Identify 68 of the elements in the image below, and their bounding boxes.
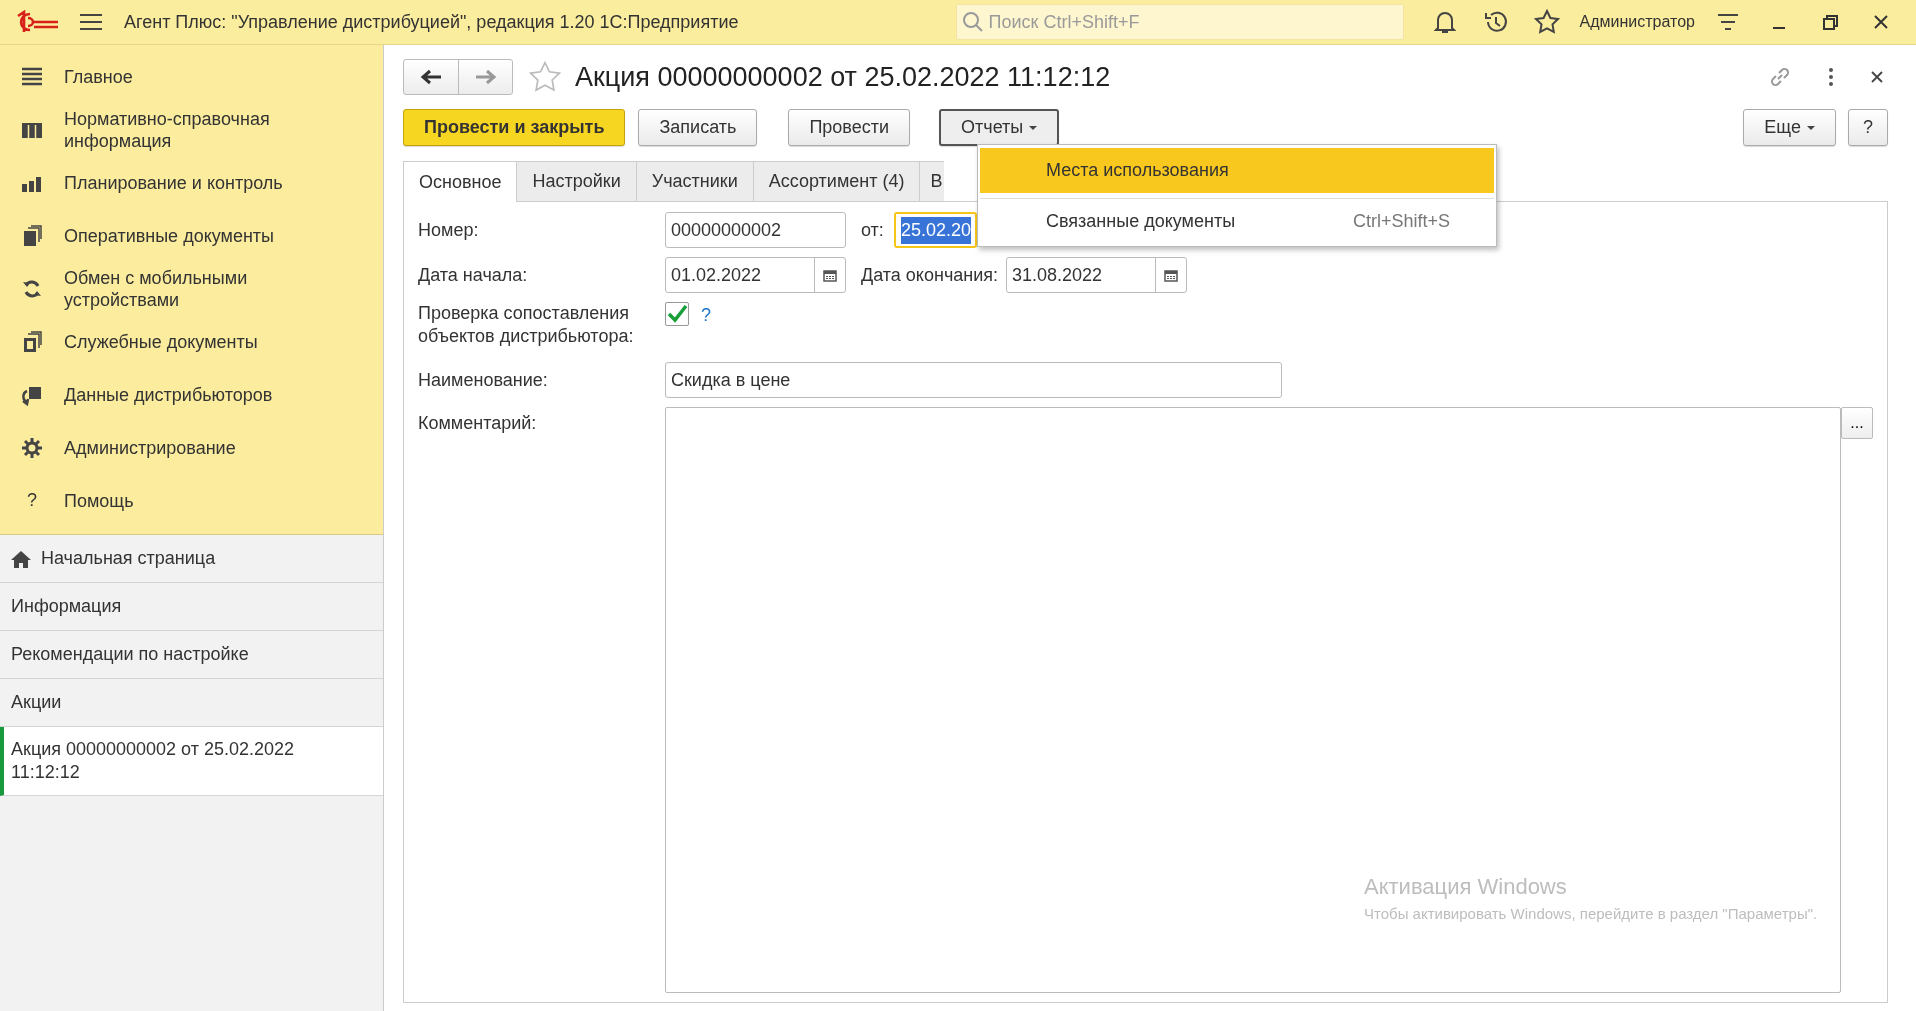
watermark-title: Активация Windows: [1364, 873, 1568, 901]
link-icon[interactable]: [1768, 65, 1792, 89]
search-field[interactable]: Поиск Ctrl+Shift+F: [955, 4, 1404, 40]
date-field[interactable]: 01.02.2022: [665, 257, 846, 293]
documents-icon: [21, 224, 43, 247]
tab[interactable]: Ассортимент (4): [752, 161, 921, 201]
field-label: Номер:: [418, 218, 480, 242]
section-link[interactable]: Данные дистрибьюторов: [64, 383, 273, 406]
tab[interactable]: Участники: [635, 161, 754, 201]
star-icon[interactable]: [1533, 9, 1560, 35]
section-link[interactable]: Главное: [64, 65, 133, 88]
menu-icon[interactable]: [80, 13, 102, 31]
command-button[interactable]: Провести: [788, 108, 911, 146]
list-icon: [21, 65, 43, 88]
open-page-tab[interactable]: Начальная страница: [41, 547, 216, 570]
section-link[interactable]: Обмен с мобильными устройствами: [64, 266, 304, 311]
search-icon: [961, 11, 984, 33]
help-icon: ?: [27, 487, 37, 514]
star-icon[interactable]: [527, 60, 563, 94]
window-title: Агент Плюс: "Управление дистрибуцией", редакция 1.20 1С:Предприятие: [124, 10, 739, 34]
section-link[interactable]: Планирование и контроль: [64, 171, 283, 194]
date-field[interactable]: 31.08.2022: [1006, 257, 1188, 293]
field-label: Комментарий:: [418, 412, 538, 435]
history-icon[interactable]: [1482, 9, 1509, 35]
home-icon: [11, 549, 31, 568]
more-icon[interactable]: [1828, 67, 1834, 87]
section-link[interactable]: Служебные документы: [64, 330, 258, 353]
arrow-right-icon: [474, 69, 497, 85]
bell-icon[interactable]: [1431, 9, 1458, 35]
tab[interactable]: Основное: [403, 161, 518, 202]
calendar-icon[interactable]: [1164, 268, 1179, 282]
field-label: Дата начала:: [418, 263, 529, 287]
menu-button[interactable]: Еще: [1743, 108, 1836, 146]
field-label: Наименование:: [418, 368, 549, 392]
help-link[interactable]: ?: [701, 302, 711, 329]
field-label: Дата окончания:: [861, 263, 999, 287]
field-label: от:: [861, 218, 884, 242]
number-field[interactable]: 00000000002: [665, 212, 846, 248]
menu-button[interactable]: Отчеты: [939, 108, 1060, 146]
open-page-tab[interactable]: Акция 00000000002 от 25.02.2022 11:12:12: [0, 727, 383, 796]
form-title: Акция 00000000002 от 25.02.2022 11:12:12: [575, 60, 1111, 94]
close-icon[interactable]: [1870, 70, 1884, 84]
documents-icon: [21, 330, 43, 353]
watermark-text: Чтобы активировать Windows, перейдите в раздел "Параметры".: [1364, 904, 1818, 924]
menu-item[interactable]: Места использования: [980, 148, 1494, 193]
select-button[interactable]: ...: [1841, 407, 1873, 439]
calendar-icon[interactable]: [823, 268, 837, 282]
section-link[interactable]: Помощь: [64, 489, 134, 512]
gear-icon: [21, 436, 43, 459]
open-page-tab[interactable]: Рекомендации по настройке: [0, 631, 383, 679]
tab[interactable]: В: [919, 161, 945, 201]
command-button[interactable]: Записать: [638, 108, 758, 146]
section-link[interactable]: Нормативно-справочная информация: [64, 107, 304, 152]
section-link[interactable]: Оперативные документы: [64, 224, 275, 247]
tab[interactable]: Настройки: [516, 161, 637, 201]
date-field[interactable]: 25.02.20: [893, 212, 977, 248]
name-field[interactable]: Скидка в цене: [665, 362, 1282, 398]
field-label: Проверка сопоставления объектов дистрибьютора:: [418, 302, 635, 348]
shortcut-text: Ctrl+Shift+S: [1352, 209, 1450, 233]
comment-field[interactable]: [665, 407, 1841, 993]
command-button[interactable]: ?: [1848, 108, 1888, 146]
section-link[interactable]: Администрирование: [64, 436, 236, 459]
user-name[interactable]: Администратор: [1579, 10, 1695, 34]
open-page-tab[interactable]: Информация: [0, 583, 383, 631]
arrow-left-icon: [420, 69, 442, 85]
checkbox[interactable]: [665, 302, 689, 326]
post-and-close-button[interactable]: Провести и закрыть: [403, 108, 626, 146]
menu-item-label[interactable]: Связанные документы: [1046, 207, 1236, 235]
